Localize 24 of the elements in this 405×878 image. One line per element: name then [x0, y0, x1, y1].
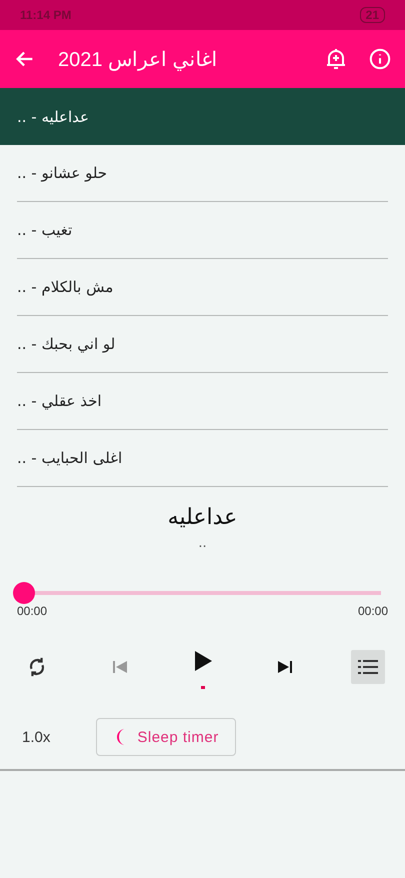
track-item[interactable]: .. - مش بالكلام: [17, 259, 388, 316]
elapsed-time: 00:00: [17, 604, 48, 618]
slider-thumb[interactable]: [13, 582, 35, 604]
sleep-timer-button[interactable]: Sleep timer: [96, 718, 236, 756]
track-item[interactable]: .. - تغيب: [17, 202, 388, 259]
list-icon: [358, 658, 378, 676]
info-icon[interactable]: [369, 48, 391, 70]
play-icon: [192, 650, 212, 672]
track-item[interactable]: .. - عداعليه: [0, 88, 405, 145]
playback-speed[interactable]: 1.0x: [22, 728, 50, 746]
app-title: اغاني اعراس 2021: [58, 48, 219, 72]
song-title: عداعليه: [168, 505, 238, 530]
track-item[interactable]: .. - اغلى الحبايب: [17, 430, 388, 487]
track-item[interactable]: .. - اخذ عقلي: [17, 373, 388, 430]
track-item[interactable]: .. - لو اني بحبك: [17, 316, 388, 373]
artist-name: ..: [198, 536, 207, 551]
track-item[interactable]: .. - حلو عشانو: [17, 145, 388, 202]
skip-previous-icon: [112, 658, 128, 674]
status-time: 11:14 PM: [20, 8, 72, 22]
skip-next-icon: [277, 658, 294, 674]
battery-level: 21: [360, 7, 385, 23]
duration-time: 00:00: [358, 604, 388, 618]
bell-plus-icon[interactable]: [325, 47, 347, 71]
playlist-button[interactable]: [351, 650, 385, 684]
